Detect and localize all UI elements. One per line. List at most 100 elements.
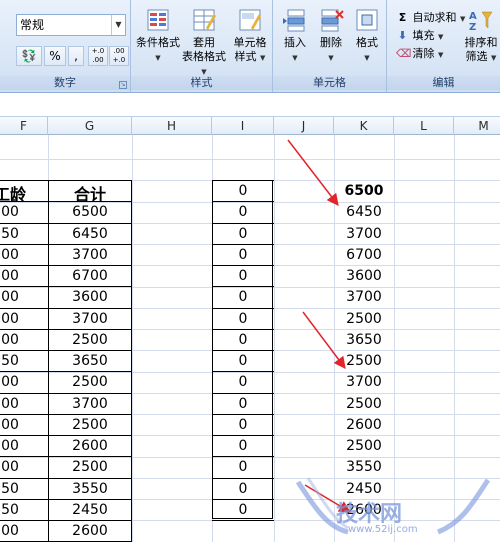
insert-button[interactable]: 插入 ▼ <box>277 8 313 65</box>
cell-g[interactable]: 3700 <box>48 309 132 330</box>
cell-i[interactable]: 0 <box>212 330 274 351</box>
fill-button[interactable]: ⬇ 填充 ▼ <box>396 28 444 44</box>
column-header-k[interactable]: K <box>334 117 394 135</box>
cell-i[interactable]: 0 <box>212 436 274 457</box>
table-fg-rowline <box>0 180 132 181</box>
cell-k[interactable]: 3700 <box>334 372 394 393</box>
cell-i[interactable]: 0 <box>212 500 274 521</box>
column-header-m[interactable]: M <box>454 117 500 135</box>
cell-k[interactable]: 6450 <box>334 202 394 223</box>
conditional-format-icon <box>147 9 169 31</box>
cell-f[interactable]: 00 <box>0 394 34 415</box>
cell-f[interactable]: 00 <box>0 287 34 308</box>
column-header-l[interactable]: L <box>394 117 454 135</box>
column-header-h[interactable]: H <box>132 117 212 135</box>
cell-k[interactable]: 2500 <box>334 309 394 330</box>
dialog-launcher-icon[interactable]: ↘ <box>119 81 127 89</box>
clear-button[interactable]: ⌫ 清除 ▼ <box>396 46 443 62</box>
cell-k[interactable]: 6700 <box>334 245 394 266</box>
column-header-g[interactable]: G <box>48 117 132 135</box>
cell-i[interactable]: 0 <box>212 309 274 330</box>
cell-g[interactable]: 3650 <box>48 351 132 372</box>
sort-filter-label-1: 排序和 <box>464 36 498 49</box>
cell-f[interactable]: 00 <box>0 245 34 266</box>
cell-k[interactable]: 2600 <box>334 415 394 436</box>
number-format-combo[interactable]: 常规 ▼ <box>16 14 126 36</box>
cell-f[interactable]: 00 <box>0 202 34 223</box>
cell-f[interactable]: 50 <box>0 351 34 372</box>
cell-g[interactable]: 2600 <box>48 436 132 457</box>
cell-i[interactable]: 0 <box>212 287 274 308</box>
format-button[interactable]: 格式 ▼ <box>349 8 385 65</box>
decrease-decimal-button[interactable]: .00 +.0 <box>109 46 129 66</box>
cell-i[interactable]: 0 <box>212 415 274 436</box>
decrease-decimal-label: .00 +.0 <box>112 47 126 64</box>
cell-i[interactable]: 0 <box>212 372 274 393</box>
currency-button[interactable]: 💱 <box>16 46 42 66</box>
conditional-format-button[interactable]: 条件格式 ▼ <box>133 8 183 65</box>
cell-k[interactable]: 3700 <box>334 287 394 308</box>
cell-i[interactable]: 0 <box>212 245 274 266</box>
cell-f[interactable]: 00 <box>0 521 34 542</box>
cell-i[interactable]: 0 <box>212 224 274 245</box>
cell-f[interactable]: 00 <box>0 372 34 393</box>
cell-f[interactable]: 00 <box>0 330 34 351</box>
cell-f[interactable]: 00 <box>0 309 34 330</box>
grid-vline <box>274 135 275 542</box>
cell-f[interactable]: 50 <box>0 500 34 521</box>
chevron-down-icon[interactable]: ▼ <box>111 15 125 35</box>
cell-g[interactable]: 2600 <box>48 521 132 542</box>
column-header-f[interactable]: F <box>0 117 48 135</box>
cell-k[interactable]: 3600 <box>334 266 394 287</box>
cell-k[interactable]: 2500 <box>334 394 394 415</box>
cell-g[interactable]: 2500 <box>48 330 132 351</box>
cell-k[interactable]: 3650 <box>334 330 394 351</box>
cell-f[interactable]: 00 <box>0 436 34 457</box>
cell-g[interactable]: 3700 <box>48 245 132 266</box>
cell-i[interactable]: 0 <box>212 202 274 223</box>
cell-k[interactable]: 6500 <box>334 181 394 202</box>
autosum-button[interactable]: Σ 自动求和 ▼ <box>396 10 466 26</box>
cell-i[interactable]: 0 <box>212 266 274 287</box>
increase-decimal-label: +.0 .00 <box>91 47 105 64</box>
cell-g[interactable]: 6700 <box>48 266 132 287</box>
cell-f[interactable]: 50 <box>0 224 34 245</box>
cell-g[interactable]: 2500 <box>48 415 132 436</box>
formula-bar[interactable] <box>0 97 500 112</box>
cell-i[interactable]: 0 <box>212 457 274 478</box>
cell-f[interactable]: 50 <box>0 479 34 500</box>
cell-g[interactable]: 2500 <box>48 372 132 393</box>
cell-f[interactable]: 00 <box>0 266 34 287</box>
cell-g[interactable]: 3550 <box>48 479 132 500</box>
chevron-down-icon: ▼ <box>260 54 266 62</box>
column-header-j[interactable]: J <box>274 117 334 135</box>
table-format-button[interactable]: 套用 表格格式 ▼ <box>179 8 229 79</box>
cell-k[interactable]: 3700 <box>334 224 394 245</box>
chevron-down-icon: ▼ <box>438 33 444 41</box>
cell-i[interactable]: 0 <box>212 479 274 500</box>
cell-g[interactable]: 3600 <box>48 287 132 308</box>
percent-button[interactable]: % <box>44 46 66 66</box>
increase-decimal-button[interactable]: +.0 .00 <box>88 46 108 66</box>
cell-g[interactable]: 6450 <box>48 224 132 245</box>
cell-k[interactable]: 2500 <box>334 351 394 372</box>
sort-filter-icon: A Z <box>469 11 493 32</box>
cell-f[interactable]: 00 <box>0 457 34 478</box>
comma-button[interactable]: , <box>68 46 84 66</box>
conditional-format-label: 条件格式 <box>136 36 180 49</box>
chevron-down-icon: ▼ <box>292 54 298 62</box>
cell-f[interactable]: 00 <box>0 415 34 436</box>
column-header-i[interactable]: I <box>212 117 274 135</box>
delete-button[interactable]: 删除 ▼ <box>313 8 349 65</box>
cell-g[interactable]: 2500 <box>48 457 132 478</box>
cell-k[interactable]: 2500 <box>334 436 394 457</box>
cell-g[interactable]: 3700 <box>48 394 132 415</box>
cell-g[interactable]: 6500 <box>48 202 132 223</box>
cell-g[interactable]: 2450 <box>48 500 132 521</box>
sort-filter-button[interactable]: A Z 排序和 筛选 ▼ <box>462 8 500 65</box>
cell-styles-button[interactable]: 单元格 样式 ▼ <box>229 8 271 65</box>
cell-i[interactable]: 0 <box>212 351 274 372</box>
cell-i[interactable]: 0 <box>212 394 274 415</box>
chevron-down-icon: ▼ <box>438 51 444 59</box>
cell-i[interactable]: 0 <box>212 181 274 202</box>
